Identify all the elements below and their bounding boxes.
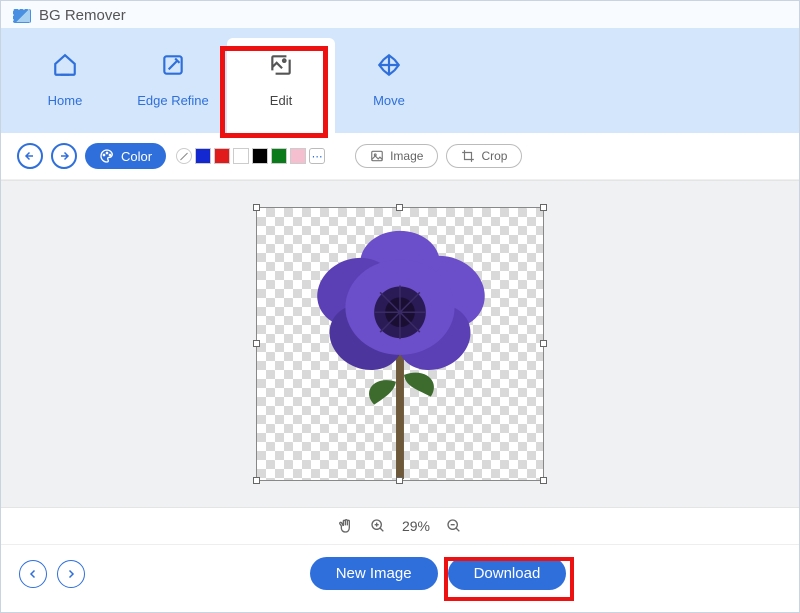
swatch-green[interactable] xyxy=(271,148,287,164)
handle-l[interactable] xyxy=(253,340,260,347)
image-button[interactable]: Image xyxy=(355,144,438,168)
edit-sub-toolbar: Color ⋯ Image Crop xyxy=(1,133,799,180)
nav-edit[interactable]: Edit xyxy=(227,38,335,133)
zoom-bar: 29% xyxy=(1,508,799,544)
handle-b[interactable] xyxy=(396,477,403,484)
handle-tl[interactable] xyxy=(253,204,260,211)
swatch-pink[interactable] xyxy=(290,148,306,164)
zoom-value: 29% xyxy=(402,518,430,534)
swatch-more[interactable]: ⋯ xyxy=(309,148,325,164)
app-title: BG Remover xyxy=(39,7,126,24)
main-toolbar: Home Edge Refine Edit Move xyxy=(1,28,799,133)
pan-icon[interactable] xyxy=(338,518,354,534)
next-button[interactable] xyxy=(57,560,85,588)
handle-bl[interactable] xyxy=(253,477,260,484)
crop-icon xyxy=(461,149,475,163)
swatch-black[interactable] xyxy=(252,148,268,164)
nav-move[interactable]: Move xyxy=(335,38,443,108)
color-pill-label: Color xyxy=(121,149,152,164)
nav-move-label: Move xyxy=(335,93,443,108)
handle-br[interactable] xyxy=(540,477,547,484)
redo-button[interactable] xyxy=(51,143,77,169)
handle-r[interactable] xyxy=(540,340,547,347)
swatch-white[interactable] xyxy=(233,148,249,164)
nav-edit-label: Edit xyxy=(227,93,335,108)
crop-button[interactable]: Crop xyxy=(446,144,522,168)
prev-button[interactable] xyxy=(19,560,47,588)
new-image-button[interactable]: New Image xyxy=(310,557,438,590)
image-icon xyxy=(370,149,384,163)
undo-button[interactable] xyxy=(17,143,43,169)
zoom-out-icon[interactable] xyxy=(446,518,462,534)
color-pill[interactable]: Color xyxy=(85,143,166,169)
artboard[interactable] xyxy=(256,207,544,481)
handle-t[interactable] xyxy=(396,204,403,211)
swatch-none[interactable] xyxy=(176,148,192,164)
color-swatches: ⋯ xyxy=(176,148,325,164)
swatch-red[interactable] xyxy=(214,148,230,164)
home-icon xyxy=(52,52,78,78)
image-button-label: Image xyxy=(390,149,423,163)
move-icon xyxy=(376,52,402,78)
edit-icon xyxy=(268,52,294,78)
nav-edge-refine-label: Edge Refine xyxy=(119,93,227,108)
title-bar: BG Remover xyxy=(1,1,799,28)
canvas-area[interactable] xyxy=(1,180,799,508)
edge-refine-icon xyxy=(160,52,186,78)
nav-home[interactable]: Home xyxy=(11,38,119,108)
handle-tr[interactable] xyxy=(540,204,547,211)
nav-edge-refine[interactable]: Edge Refine xyxy=(119,38,227,108)
crop-button-label: Crop xyxy=(481,149,507,163)
nav-home-label: Home xyxy=(11,93,119,108)
swatch-blue[interactable] xyxy=(195,148,211,164)
download-button[interactable]: Download xyxy=(448,557,567,590)
app-logo-icon xyxy=(13,9,31,23)
palette-icon xyxy=(99,148,115,164)
footer-bar: New Image Download xyxy=(1,544,799,602)
subject-image[interactable] xyxy=(257,208,543,480)
zoom-in-icon[interactable] xyxy=(370,518,386,534)
